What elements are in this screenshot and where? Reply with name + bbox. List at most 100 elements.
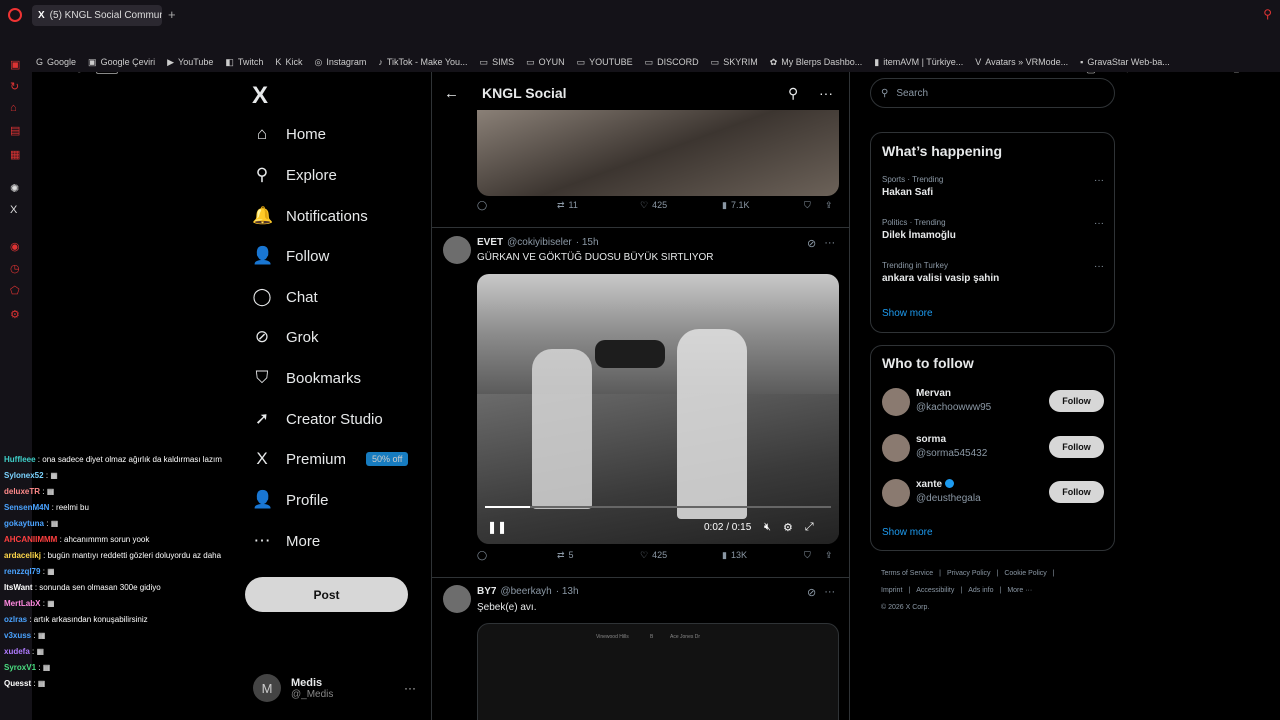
settings-icon[interactable]: ⚙ xyxy=(783,521,793,534)
new-tab-button[interactable]: + xyxy=(168,7,176,22)
author-handle[interactable]: @cokiyibiseler xyxy=(507,237,572,248)
chatgpt-icon[interactable]: ✺ xyxy=(10,182,19,195)
bookmark-icon[interactable]: ⛉ xyxy=(804,200,811,211)
bookmark-item[interactable]: V Avatars » VRMode... xyxy=(975,57,1068,67)
suggested-account[interactable]: xante @deusthegala Follow xyxy=(882,479,1104,509)
bookmark-item[interactable]: ▭ SIMS xyxy=(480,57,515,68)
sidebar-icon-2[interactable]: ↻ xyxy=(10,80,19,93)
search-icon[interactable]: ⚲ xyxy=(1263,7,1272,21)
nav-item-explore[interactable]: ⚲ Explore xyxy=(252,165,337,185)
bookmark-item[interactable]: ▭ OYUN xyxy=(526,57,565,68)
account-name[interactable]: Mervan xyxy=(916,388,951,399)
more-icon[interactable]: ··· xyxy=(1094,261,1104,272)
like-button[interactable]: ♡ 425 xyxy=(640,200,667,211)
show-more-link[interactable]: Show more xyxy=(882,308,933,319)
follow-button[interactable]: Follow xyxy=(1049,481,1104,503)
account-more-icon[interactable]: ··· xyxy=(404,681,416,695)
sidebar-icon-1[interactable]: ▣ xyxy=(10,58,20,71)
back-arrow-icon[interactable]: ← xyxy=(444,85,459,102)
nav-item-grok[interactable]: ⊘ Grok xyxy=(252,327,319,347)
more-icon[interactable]: ··· xyxy=(824,586,835,599)
more-icon[interactable]: ··· xyxy=(819,85,833,101)
bookmark-item[interactable]: ♪ TikTok - Make You... xyxy=(378,57,467,67)
footer-link[interactable]: Accessibility xyxy=(916,587,954,594)
author-name[interactable]: EVET xyxy=(477,237,503,248)
nav-item-notifications[interactable]: 🔔 Notifications xyxy=(252,206,368,226)
post-time[interactable]: · 13h xyxy=(556,586,579,597)
author-handle[interactable]: @beerkayh xyxy=(500,586,551,597)
retweet-button[interactable]: ⇄ 11 xyxy=(557,200,578,211)
share-icon[interactable]: ⇪ xyxy=(825,200,833,211)
nav-item-chat[interactable]: ◯ Chat xyxy=(252,287,317,307)
bookmark-item[interactable]: ▣ Google Çeviri xyxy=(88,57,155,68)
mute-icon[interactable]: 🔇︎ xyxy=(764,521,771,534)
more-icon[interactable]: ··· xyxy=(1094,218,1104,229)
bookmark-item[interactable]: K Kick xyxy=(275,57,302,67)
trend-item[interactable]: Sports · Trending Hakan Safi ··· xyxy=(882,175,1104,198)
trend-item[interactable]: Politics · Trending Dilek İmamoğlu ··· xyxy=(882,218,1104,241)
search-icon[interactable]: ⚲ xyxy=(788,85,798,102)
trend-item[interactable]: Trending in Turkey ankara valisi vasip şa… xyxy=(882,261,1104,284)
follow-button[interactable]: Follow xyxy=(1049,390,1104,412)
search-input[interactable]: ⚲ Search xyxy=(870,78,1115,108)
avatar[interactable] xyxy=(882,479,910,507)
bookmark-item[interactable]: ▮ itemAVM | Türkiye... xyxy=(874,57,963,68)
sidebar-icon-4[interactable]: ▤ xyxy=(10,124,20,137)
reply-icon[interactable]: ◯ xyxy=(477,200,487,211)
retweet-button[interactable]: ⇄ 5 xyxy=(557,550,574,561)
footer-link[interactable]: Cookie Policy xyxy=(1004,570,1046,577)
footer-link[interactable]: Privacy Policy xyxy=(947,570,991,577)
avatar[interactable] xyxy=(443,585,471,613)
bookmark-item[interactable]: ▶ YouTube xyxy=(167,57,213,68)
fullscreen-icon[interactable]: ⤢ xyxy=(805,521,814,534)
bookmark-item[interactable]: ◎ Instagram xyxy=(314,57,366,68)
sidebar-icon-3[interactable]: ⌂ xyxy=(10,102,17,114)
post-time[interactable]: · 15h xyxy=(576,237,599,248)
account-name[interactable]: xante xyxy=(916,479,955,490)
video-progress-bar[interactable] xyxy=(485,506,831,508)
follow-button[interactable]: Follow xyxy=(1049,436,1104,458)
nav-item-home[interactable]: ⌂ Home xyxy=(252,124,326,144)
avatar[interactable] xyxy=(443,236,471,264)
post-media-image[interactable] xyxy=(477,110,839,196)
sidebar-icon-7[interactable]: ⬠ xyxy=(10,284,20,297)
suggested-account[interactable]: Mervan @kachoowww95 Follow xyxy=(882,388,1104,418)
bookmark-item[interactable]: ✿ My Blerps Dashbo... xyxy=(770,57,863,68)
footer-link[interactable]: More ··· xyxy=(1007,587,1032,594)
pause-icon[interactable]: ❚❚ xyxy=(487,520,507,534)
show-more-link[interactable]: Show more xyxy=(882,527,933,538)
bookmark-item[interactable]: ▭ SKYRIM xyxy=(711,57,758,68)
author-name[interactable]: BY7 xyxy=(477,586,496,597)
bookmark-icon[interactable]: ⛉ xyxy=(804,550,811,561)
bookmark-item[interactable]: ▭ YOUTUBE xyxy=(577,57,633,68)
grok-icon[interactable]: ⊘ xyxy=(807,586,816,599)
more-icon[interactable]: ··· xyxy=(1094,175,1104,186)
views-button[interactable]: ▮ 13K xyxy=(722,550,747,561)
video-player[interactable]: ❚❚ 0:02 / 0:15 🔇︎ ⚙ ⤢ xyxy=(477,274,839,544)
sidebar-icon-5[interactable]: ▦ xyxy=(10,148,20,161)
bookmark-item[interactable]: G Google xyxy=(36,57,76,67)
grok-icon[interactable]: ⊘ xyxy=(807,237,816,250)
clock-icon[interactable]: ◷ xyxy=(10,262,20,275)
bookmark-item[interactable]: ▪ GravaStar Web-ba... xyxy=(1080,57,1170,67)
sidebar-icon-6[interactable]: ◉ xyxy=(10,240,20,253)
nav-item-bookmarks[interactable]: ⛉ Bookmarks xyxy=(252,368,361,388)
suggested-account[interactable]: sorma @sorma545432 Follow xyxy=(882,434,1104,464)
nav-item-follow[interactable]: 👤 Follow xyxy=(252,246,329,266)
like-button[interactable]: ♡ 425 xyxy=(640,550,667,561)
footer-link[interactable]: Imprint xyxy=(881,587,902,594)
more-icon[interactable]: ··· xyxy=(824,237,835,250)
avatar[interactable] xyxy=(882,434,910,462)
post-media-video[interactable]: Vinewood Hills B Ace Jones Dr xyxy=(477,623,839,720)
bookmark-item[interactable]: ◧ Twitch xyxy=(225,57,263,68)
x-sidebar-icon[interactable]: X xyxy=(10,204,17,216)
reply-icon[interactable]: ◯ xyxy=(477,550,487,561)
nav-item-creator-studio[interactable]: ➚ Creator Studio xyxy=(252,409,383,429)
avatar[interactable] xyxy=(882,388,910,416)
footer-link[interactable]: Ads info xyxy=(968,587,993,594)
browser-tab[interactable]: X (5) KNGL Social Communi xyxy=(32,5,162,26)
nav-item-premium[interactable]: X Premium 50% off xyxy=(252,449,409,469)
settings-icon[interactable]: ⚙ xyxy=(10,308,20,321)
bookmark-item[interactable]: ▭ DISCORD xyxy=(645,57,699,68)
views-button[interactable]: ▮ 7.1K xyxy=(722,200,749,211)
